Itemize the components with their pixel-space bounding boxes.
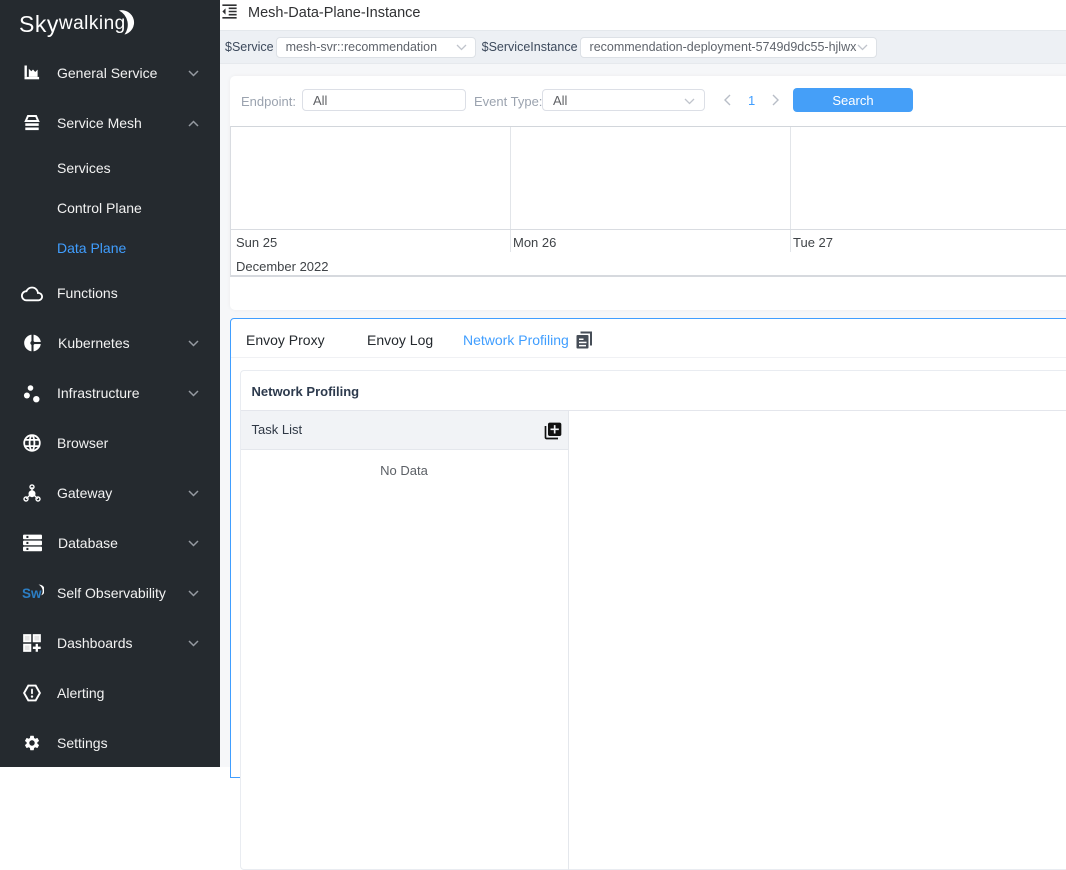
svg-text:Sw: Sw [22, 586, 42, 601]
